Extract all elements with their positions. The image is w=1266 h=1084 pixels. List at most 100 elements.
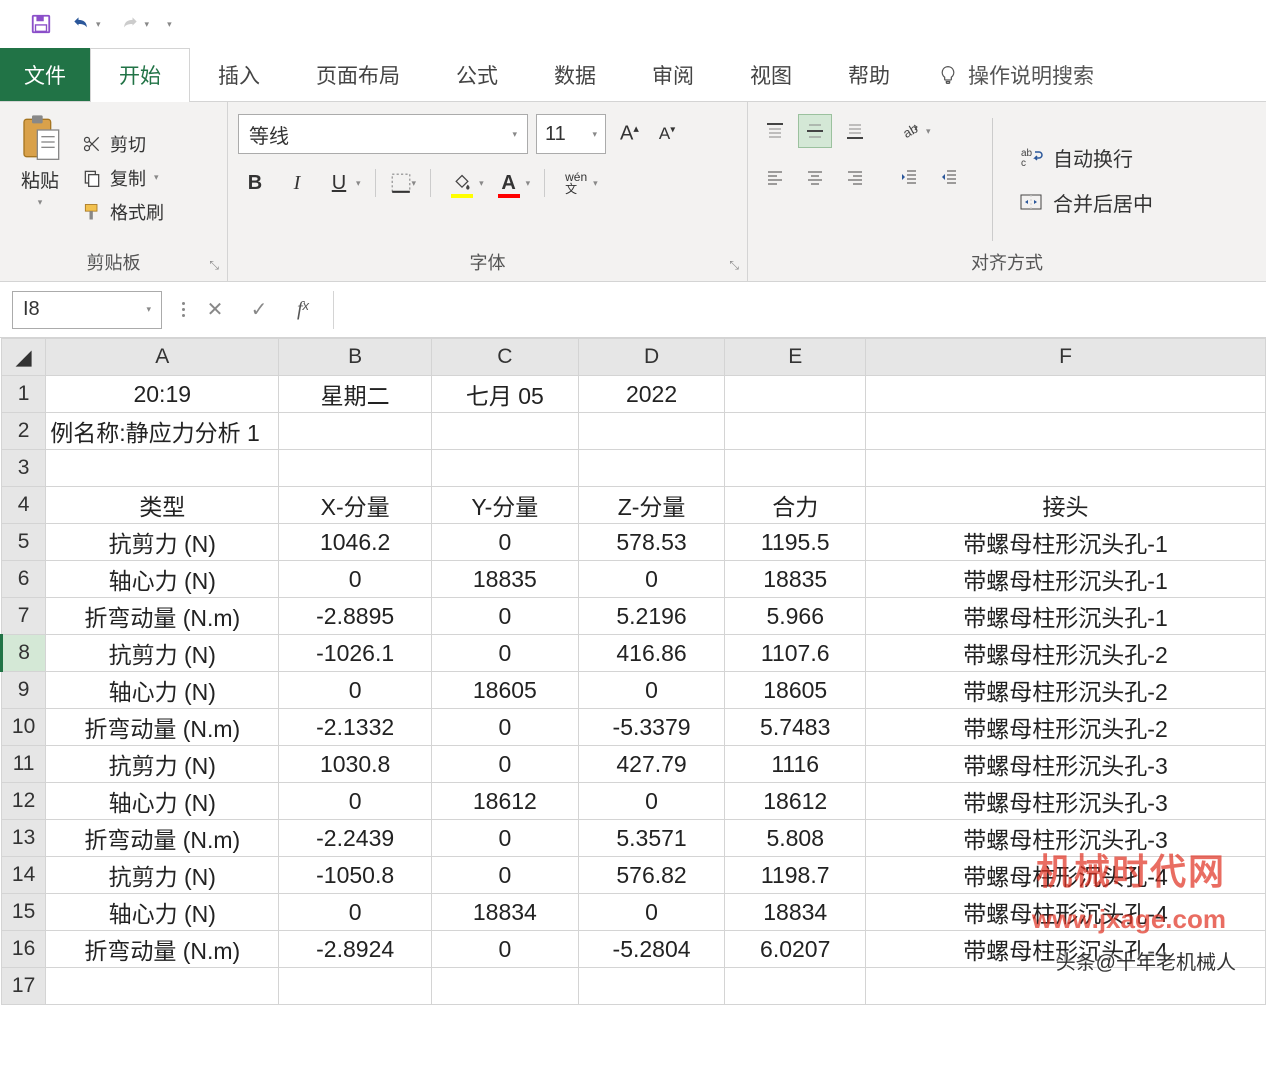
cell[interactable] [578,450,725,487]
cell[interactable]: -2.1332 [279,709,432,746]
increase-indent-button[interactable] [932,160,966,194]
row-header[interactable]: 16 [2,931,46,968]
redo-dropdown-icon[interactable]: ▾ [145,19,150,30]
row-header[interactable]: 3 [2,450,46,487]
align-left-button[interactable] [758,160,792,194]
column-header[interactable]: E [725,339,866,376]
row-header[interactable]: 4 [2,487,46,524]
cell[interactable]: 0 [432,709,579,746]
cell[interactable]: 带螺母柱形沉头孔-2 [866,672,1266,709]
cell[interactable]: 抗剪力 (N) [46,746,279,783]
row-header[interactable]: 8 [2,635,46,672]
insert-function-button[interactable]: fx [281,298,325,321]
cell[interactable]: -5.3379 [578,709,725,746]
column-header[interactable]: F [866,339,1266,376]
cell[interactable]: 折弯动量 (N.m) [46,709,279,746]
cell[interactable]: -2.8924 [279,931,432,968]
borders-button[interactable]: ▾ [390,172,417,194]
cell[interactable]: 合力 [725,487,866,524]
row-header[interactable]: 15 [2,894,46,931]
cell[interactable]: 0 [578,783,725,820]
tab-file[interactable]: 文件 [0,48,90,101]
cell[interactable]: 带螺母柱形沉头孔-2 [866,709,1266,746]
cell[interactable]: 1195.5 [725,524,866,561]
cell[interactable]: 0 [432,820,579,857]
italic-button[interactable]: I [280,166,314,200]
qat-customize-button[interactable]: ▾ [167,19,172,30]
cell[interactable]: 1030.8 [279,746,432,783]
enter-formula-button[interactable]: ✓ [237,297,281,322]
cell[interactable] [279,968,432,1005]
cut-button[interactable]: 剪切 [82,131,164,157]
cell[interactable]: 0 [578,561,725,598]
cell[interactable]: 带螺母柱形沉头孔-1 [866,561,1266,598]
cell[interactable]: -1050.8 [279,857,432,894]
column-header[interactable]: C [432,339,579,376]
cell[interactable]: 带螺母柱形沉头孔-3 [866,746,1266,783]
cell[interactable]: 0 [432,931,579,968]
cell[interactable]: 18612 [432,783,579,820]
cell[interactable] [46,450,279,487]
cell[interactable]: 轴心力 (N) [46,894,279,931]
save-button[interactable] [30,13,52,35]
cell[interactable]: 0 [432,746,579,783]
formula-bar-handle[interactable] [174,302,193,317]
cell[interactable]: 1198.7 [725,857,866,894]
cell[interactable]: 0 [432,524,579,561]
cell[interactable]: 2022 [578,376,725,413]
wrap-text-button[interactable]: abc 自动换行 [1019,143,1153,172]
cell[interactable]: 折弯动量 (N.m) [46,598,279,635]
cell[interactable]: 0 [279,894,432,931]
copy-button[interactable]: 复制 ▾ [82,165,164,191]
cell[interactable]: 带螺母柱形沉头孔-1 [866,598,1266,635]
cell[interactable]: 折弯动量 (N.m) [46,820,279,857]
cell[interactable]: 0 [578,672,725,709]
cell[interactable] [578,413,725,450]
cell[interactable]: 带螺母柱形沉头孔-3 [866,820,1266,857]
column-header[interactable]: D [578,339,725,376]
cell[interactable]: 类型 [46,487,279,524]
align-bottom-button[interactable] [838,114,872,148]
tab-insert[interactable]: 插入 [190,48,288,101]
cell[interactable]: 0 [432,635,579,672]
cell[interactable]: 18834 [432,894,579,931]
phonetic-button[interactable]: wén 文 ▾ [559,166,598,200]
tab-view[interactable]: 视图 [722,48,820,101]
cell[interactable]: 0 [279,672,432,709]
cell[interactable] [578,968,725,1005]
font-launcher-icon[interactable]: ⤡ [729,258,739,273]
cell[interactable]: 576.82 [578,857,725,894]
row-header[interactable]: 13 [2,820,46,857]
cell[interactable]: 抗剪力 (N) [46,635,279,672]
cell[interactable] [725,968,866,1005]
font-size-selector[interactable]: 11 ▾ [536,114,606,154]
cell[interactable]: 抗剪力 (N) [46,524,279,561]
column-header[interactable]: B [279,339,432,376]
increase-font-button[interactable]: A▴ [614,122,645,146]
cell[interactable]: 5.7483 [725,709,866,746]
cell[interactable]: 427.79 [578,746,725,783]
cell[interactable]: 带螺母柱形沉头孔-4 [866,931,1266,968]
cell[interactable]: 0 [279,561,432,598]
cell[interactable]: 折弯动量 (N.m) [46,931,279,968]
cell[interactable] [432,413,579,450]
align-center-button[interactable] [798,160,832,194]
cell[interactable]: 七月 05 [432,376,579,413]
paste-button[interactable]: 粘贴 ▾ [10,110,70,245]
cell[interactable]: X-分量 [279,487,432,524]
cell[interactable]: 带螺母柱形沉头孔-4 [866,894,1266,931]
cell[interactable]: 20:19 [46,376,279,413]
cell[interactable]: 带螺母柱形沉头孔-3 [866,783,1266,820]
cell[interactable] [725,413,866,450]
select-all-button[interactable]: ◢ [2,339,46,376]
cell[interactable]: -5.2804 [578,931,725,968]
row-header[interactable]: 1 [2,376,46,413]
row-header[interactable]: 11 [2,746,46,783]
align-right-button[interactable] [838,160,872,194]
tab-help[interactable]: 帮助 [820,48,918,101]
font-name-selector[interactable]: 等线 ▾ [238,114,528,154]
cell[interactable] [432,968,579,1005]
undo-dropdown-icon[interactable]: ▾ [96,19,101,30]
worksheet-grid[interactable]: ◢ A B C D E F 120:19星期二七月 0520222例名称:静应力… [0,338,1266,1005]
tell-me-search[interactable]: 操作说明搜索 [918,48,1114,101]
